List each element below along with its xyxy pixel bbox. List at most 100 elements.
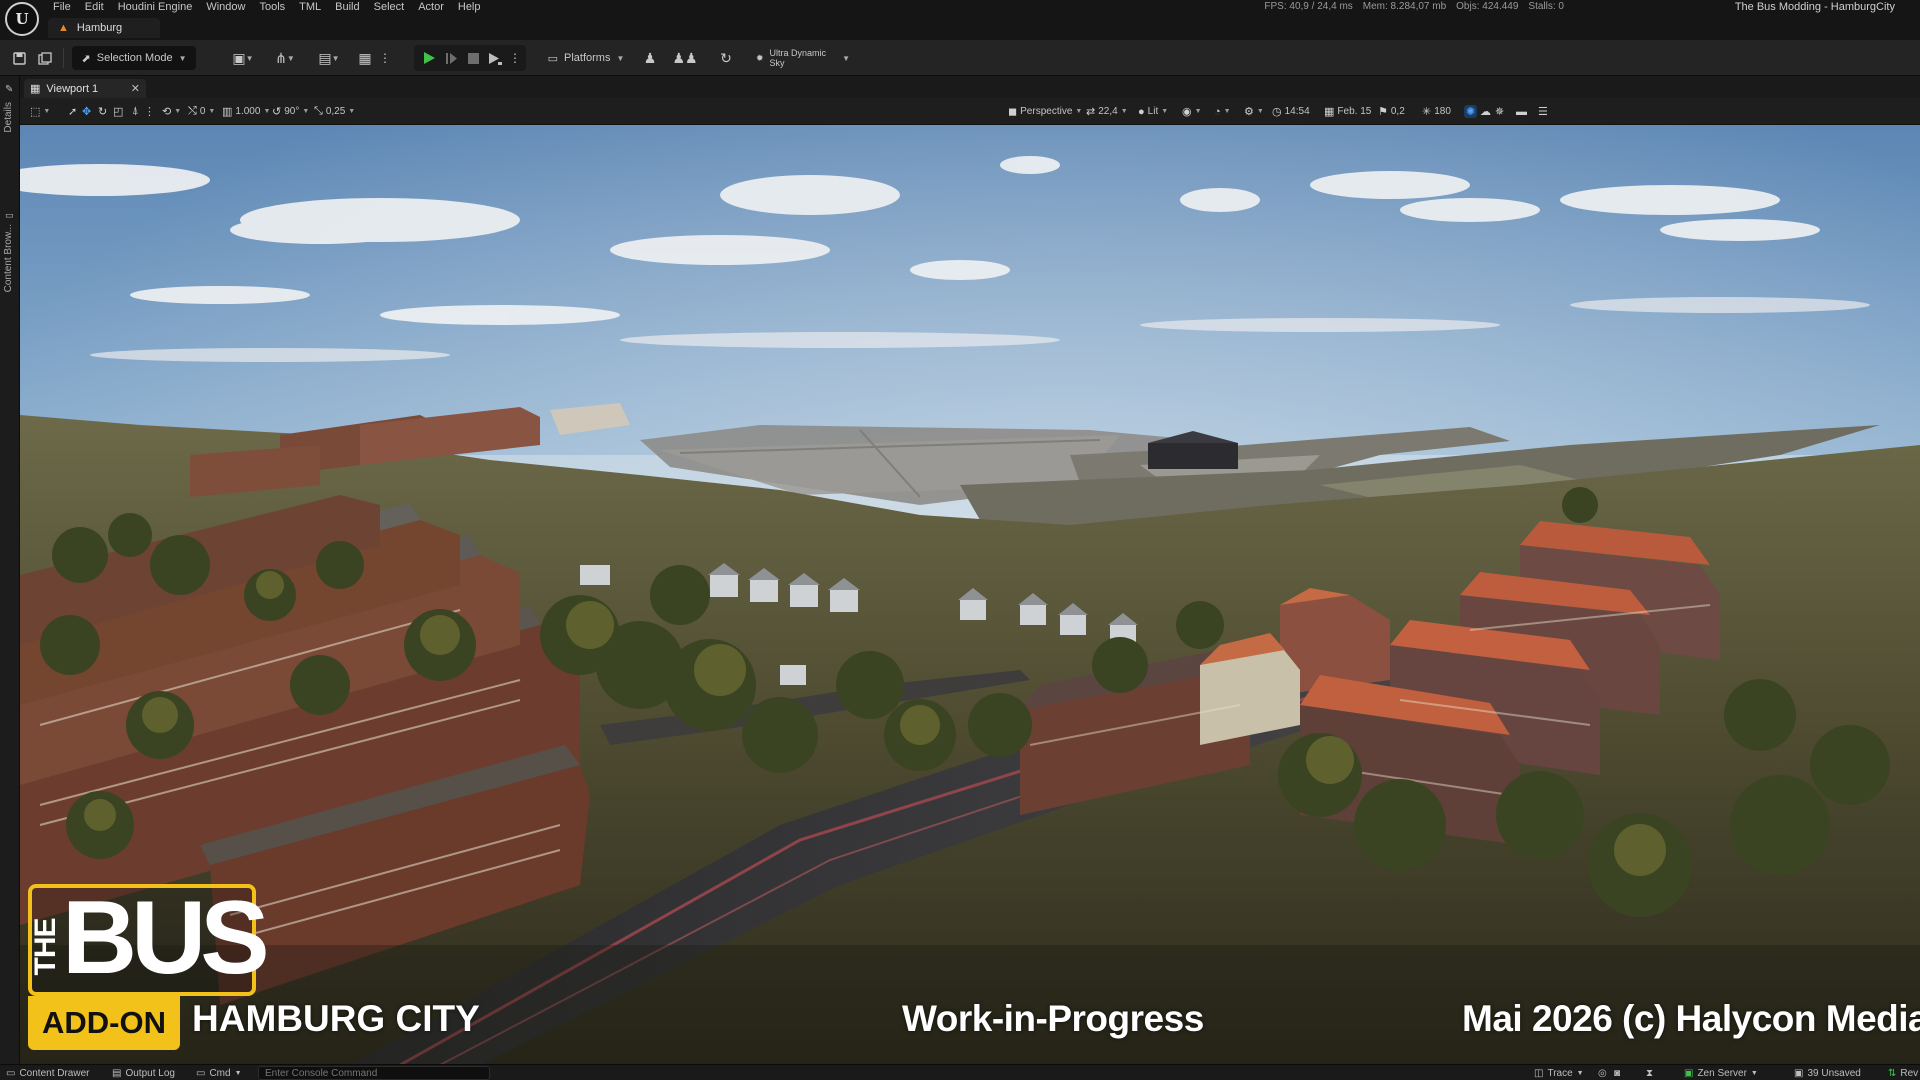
- fov-dropdown[interactable]: ⇄ 22,4 ▼: [1086, 103, 1128, 120]
- fov-icon: ⇄: [1086, 106, 1096, 118]
- scale-snap-button[interactable]: ⤡ 0,25 ▼: [314, 103, 355, 120]
- cmd-dropdown[interactable]: ▭ Cmd ▼: [196, 1067, 242, 1080]
- viewport-icon: ▦: [30, 83, 41, 95]
- zen-server-label: Zen Server: [1697, 1068, 1747, 1079]
- time-of-day-control[interactable]: ◷ 14:54: [1272, 103, 1310, 120]
- revision-control-button[interactable]: ⇅ Rev: [1888, 1067, 1918, 1080]
- screen-percentage-button[interactable]: ▬: [1516, 103, 1527, 120]
- details-tab[interactable]: Details: [3, 102, 14, 133]
- wind-control[interactable]: ⚑ 0,2: [1378, 103, 1405, 120]
- add-actor-button[interactable]: ▣ ▼: [228, 46, 258, 70]
- viewport-options-button[interactable]: ⬚ ▼: [30, 103, 50, 120]
- weather-sun-button[interactable]: ✺: [1464, 103, 1478, 120]
- weather-sun-cloud-button[interactable]: ✵: [1495, 103, 1504, 120]
- rotation-snap-button[interactable]: ↺ 90° ▼: [272, 103, 309, 120]
- level-tab[interactable]: ▲ Hamburg: [48, 18, 161, 38]
- surface-snap-button[interactable]: ⍋: [132, 103, 139, 120]
- grid-snap-button[interactable]: ⤭ 0 ▼: [188, 103, 215, 120]
- selection-mode-dropdown[interactable]: ⬈ Selection Mode ▼: [72, 46, 196, 70]
- wind-value: 0,2: [1390, 106, 1405, 117]
- sky-dropdown[interactable]: ✹ Ultra Dynamic Sky ▼: [748, 46, 858, 70]
- date-control[interactable]: ▦ Feb. 15: [1324, 103, 1371, 120]
- camera-capture-icon[interactable]: ◙: [1614, 1067, 1620, 1080]
- menu-file[interactable]: File: [48, 0, 80, 14]
- sun-angle-control[interactable]: ✳ 180: [1422, 103, 1451, 120]
- save-icon[interactable]: [10, 46, 28, 70]
- hourglass-icon[interactable]: ⧗: [1646, 1067, 1653, 1080]
- record-icon[interactable]: ◎: [1598, 1067, 1607, 1080]
- lit-dropdown[interactable]: ● Lit ▼: [1138, 103, 1168, 120]
- copyright-label: Mai 2026 (c) Halycon Media: [1462, 998, 1920, 1039]
- globe-icon: ⟲: [162, 106, 172, 118]
- menu-select[interactable]: Select: [369, 0, 414, 14]
- menu-houdini-engine[interactable]: Houdini Engine: [113, 0, 202, 14]
- performance-dropdown[interactable]: ◔ ▼: [1214, 103, 1231, 120]
- cloud-icon: ☁: [1480, 106, 1491, 118]
- stop-button[interactable]: [464, 46, 482, 70]
- pencil-icon: ✎: [5, 84, 14, 95]
- show-flags-dropdown[interactable]: ◉ ▼: [1182, 103, 1202, 120]
- viewport-tab-label: Viewport 1: [46, 82, 99, 95]
- viewport-tab[interactable]: ▦ Viewport 1 ✕: [24, 79, 146, 98]
- output-log-button[interactable]: ▤ Output Log: [112, 1067, 175, 1080]
- angle-icon: ↺: [272, 106, 282, 118]
- play-options-icon[interactable]: ⋮: [509, 46, 521, 70]
- refresh-icon[interactable]: ↻: [716, 46, 736, 70]
- trace-icon: ◫: [1534, 1068, 1544, 1079]
- cinematics-button[interactable]: ▤ ▼: [314, 46, 344, 70]
- flag-icon: ⚑: [1378, 106, 1388, 118]
- eject-button[interactable]: [486, 46, 504, 70]
- source-control-icon[interactable]: [36, 46, 54, 70]
- unsaved-button[interactable]: ▣ 39 Unsaved: [1794, 1067, 1861, 1080]
- unreal-logo-icon[interactable]: U: [5, 2, 39, 36]
- zen-server-dropdown[interactable]: ▣ Zen Server ▼: [1684, 1067, 1758, 1080]
- sun-angle-value: 180: [1434, 106, 1451, 117]
- close-icon[interactable]: ✕: [131, 82, 140, 95]
- transform-more-icon[interactable]: ⋮: [144, 103, 155, 120]
- scale-snap-icon: ⤡: [314, 105, 323, 117]
- layout-menu-button[interactable]: ☰: [1538, 103, 1548, 120]
- scale-value-button[interactable]: ▥ 1.000 ▼: [222, 103, 270, 120]
- left-panel-strip: ✎ Details ▭ Content Brow...: [0, 76, 20, 1064]
- blueprints-button[interactable]: ⋔ ▼: [270, 46, 300, 70]
- main-menu: File Edit Houdini Engine Window Tools TM…: [48, 0, 490, 14]
- scene-render: [20, 125, 1920, 1065]
- platforms-dropdown[interactable]: ▭ Platforms ▼: [546, 46, 626, 70]
- menu-window[interactable]: Window: [201, 0, 254, 14]
- select-mode-button[interactable]: ➚: [68, 103, 77, 120]
- content-drawer-button[interactable]: ▭ Content Drawer: [6, 1067, 89, 1080]
- menu-help[interactable]: Help: [453, 0, 490, 14]
- scale-tool-button[interactable]: ◰: [113, 103, 123, 120]
- menu-tools[interactable]: Tools: [254, 0, 294, 14]
- person-icon[interactable]: ♟: [641, 46, 659, 70]
- sky-label: Ultra Dynamic Sky: [769, 48, 827, 68]
- settings-dropdown[interactable]: ⚙ ▼: [1244, 103, 1264, 120]
- translate-tool-button[interactable]: ✥: [82, 103, 91, 120]
- platforms-icon: ▭: [547, 52, 559, 65]
- more-options-icon[interactable]: ⋮: [379, 46, 391, 70]
- cursor-icon: ➚: [68, 106, 78, 118]
- perspective-dropdown[interactable]: ◼ Perspective ▼: [1008, 103, 1082, 120]
- level-tab-label: Hamburg: [76, 22, 123, 34]
- content-browser-tab[interactable]: Content Brow...: [3, 224, 14, 292]
- play-button[interactable]: [420, 46, 438, 70]
- level-viewport[interactable]: [20, 125, 1920, 1065]
- menu-actor[interactable]: Actor: [413, 0, 453, 14]
- rotate-tool-button[interactable]: ↻: [98, 103, 107, 120]
- viewport-tab-bar: ▦ Viewport 1 ✕: [20, 76, 1920, 98]
- chevron-down-icon: ▼: [842, 53, 850, 63]
- advance-frame-button[interactable]: [442, 46, 460, 70]
- menu-build[interactable]: Build: [330, 0, 368, 14]
- chevron-down-icon: ▼: [1576, 1070, 1584, 1077]
- menu-edit[interactable]: Edit: [80, 0, 113, 14]
- trace-dropdown[interactable]: ◫ Trace ▼: [1534, 1067, 1584, 1080]
- stalls-stat: Stalls: 0: [1528, 1, 1564, 12]
- build-button[interactable]: ▦: [356, 46, 374, 70]
- folder-icon: ▭: [5, 210, 14, 220]
- weather-cloud-button[interactable]: ☁: [1480, 103, 1491, 120]
- menu-tml[interactable]: TML: [294, 0, 330, 14]
- multi-person-icon[interactable]: ♟♟: [672, 46, 697, 70]
- coordinate-space-button[interactable]: ⟲ ▼: [162, 103, 181, 120]
- add-actor-icon: ▣: [232, 49, 246, 66]
- console-command-input[interactable]: [258, 1066, 490, 1080]
